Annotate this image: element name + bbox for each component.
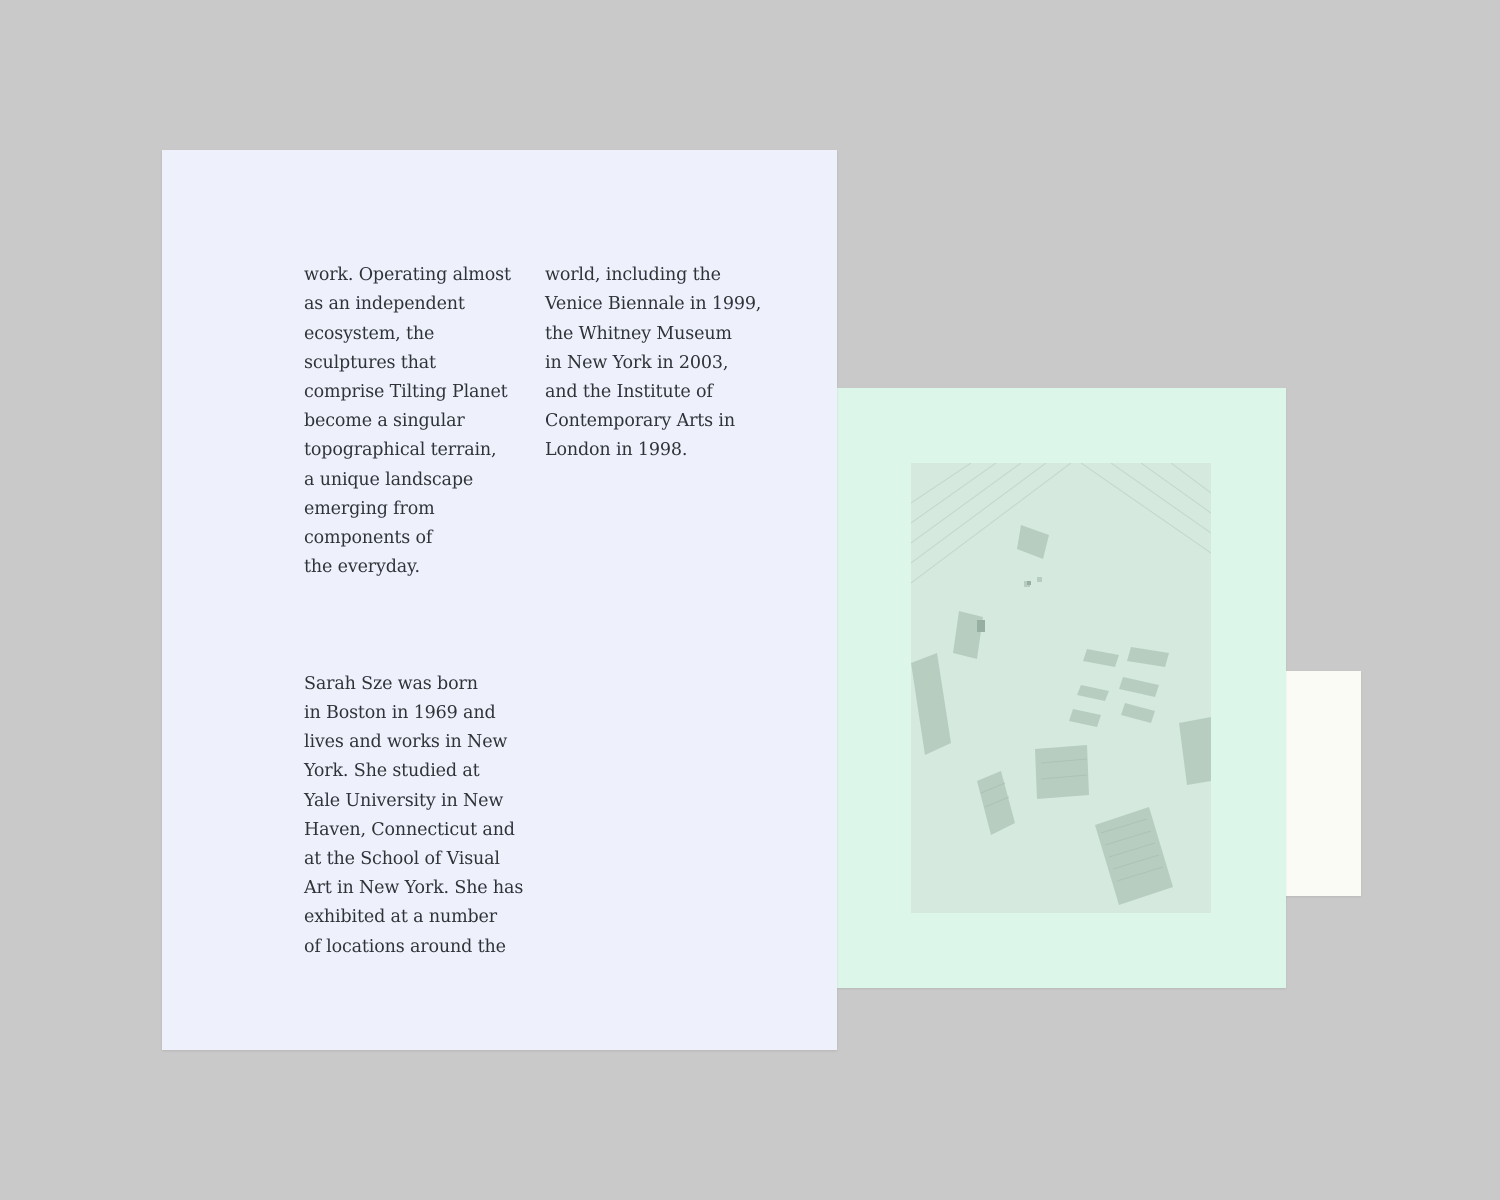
text-column-left: work. Operating almost as an independent… — [304, 232, 536, 991]
installation-photo-graphic — [911, 463, 1211, 913]
body-paragraph: world, including the Venice Biennale in … — [545, 265, 762, 461]
body-paragraph: Sarah Sze was born in Boston in 1969 and… — [304, 673, 524, 957]
text-column-right: world, including the Venice Biennale in … — [545, 232, 785, 495]
installation-photo — [911, 463, 1211, 913]
page-green — [836, 388, 1286, 988]
body-paragraph: work. Operating almost as an independent… — [304, 265, 511, 578]
